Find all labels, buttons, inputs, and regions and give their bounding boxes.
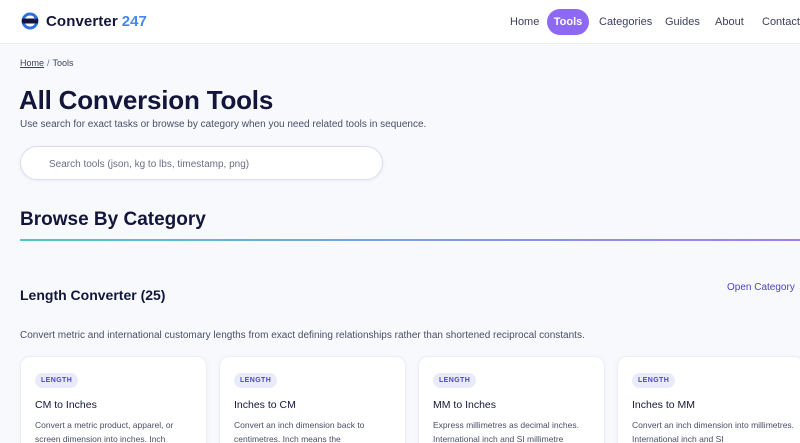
nav-categories[interactable]: Categories <box>599 9 652 35</box>
tool-card-description: Convert an inch dimension back to centim… <box>234 420 365 443</box>
page-subtitle: Use search for exact tasks or browse by … <box>20 119 427 130</box>
category-tag: LENGTH <box>35 373 79 388</box>
tool-card-inches-to-mm[interactable]: LENGTH Inches to MM Convert an inch dime… <box>617 356 800 443</box>
section-divider <box>20 239 800 241</box>
breadcrumb-separator: / <box>47 58 50 68</box>
open-category-link[interactable]: Open Category → <box>727 282 800 293</box>
nav-guides[interactable]: Guides <box>665 9 700 35</box>
category-tag: LENGTH <box>234 373 278 388</box>
tool-card-title[interactable]: CM to Inches <box>35 399 97 411</box>
tool-card-description: Convert a metric product, apparel, or sc… <box>35 420 174 443</box>
category-tag: LENGTH <box>632 373 676 388</box>
tool-card-mm-to-inches[interactable]: LENGTH MM to Inches Express millimetres … <box>418 356 605 443</box>
nav-home[interactable]: Home <box>510 9 539 35</box>
tool-card-cm-to-inches[interactable]: LENGTH CM to Inches Convert a metric pro… <box>20 356 207 443</box>
search-box[interactable] <box>20 146 383 180</box>
category-description: Convert metric and international customa… <box>20 330 585 341</box>
tool-card-title[interactable]: Inches to MM <box>632 399 695 411</box>
section-title: Browse By Category <box>20 209 206 230</box>
category-tag: LENGTH <box>433 373 477 388</box>
nav-about[interactable]: About <box>715 9 744 35</box>
tool-card-description: Express millimetres as decimal inches. I… <box>433 420 579 443</box>
main-nav: Home Tools Categories Guides About Conta… <box>0 9 800 35</box>
search-input[interactable] <box>49 155 369 173</box>
breadcrumb-current: Tools <box>52 58 74 68</box>
page-title: All Conversion Tools <box>19 85 274 115</box>
breadcrumb-home-link[interactable]: Home <box>20 58 44 68</box>
tool-card-title[interactable]: MM to Inches <box>433 399 496 411</box>
breadcrumb: Home / Tools <box>20 58 74 68</box>
tool-card-title[interactable]: Inches to CM <box>234 399 296 411</box>
nav-contact[interactable]: Contact <box>762 9 800 35</box>
nav-tools[interactable]: Tools <box>547 9 589 35</box>
tool-card-inches-to-cm[interactable]: LENGTH Inches to CM Convert an inch dime… <box>219 356 406 443</box>
site-header: Converter 247 Home Tools Categories Guid… <box>0 0 800 44</box>
category-title: Length Converter (25) <box>20 287 166 303</box>
tool-card-description: Convert an inch dimension into millimetr… <box>632 420 795 443</box>
